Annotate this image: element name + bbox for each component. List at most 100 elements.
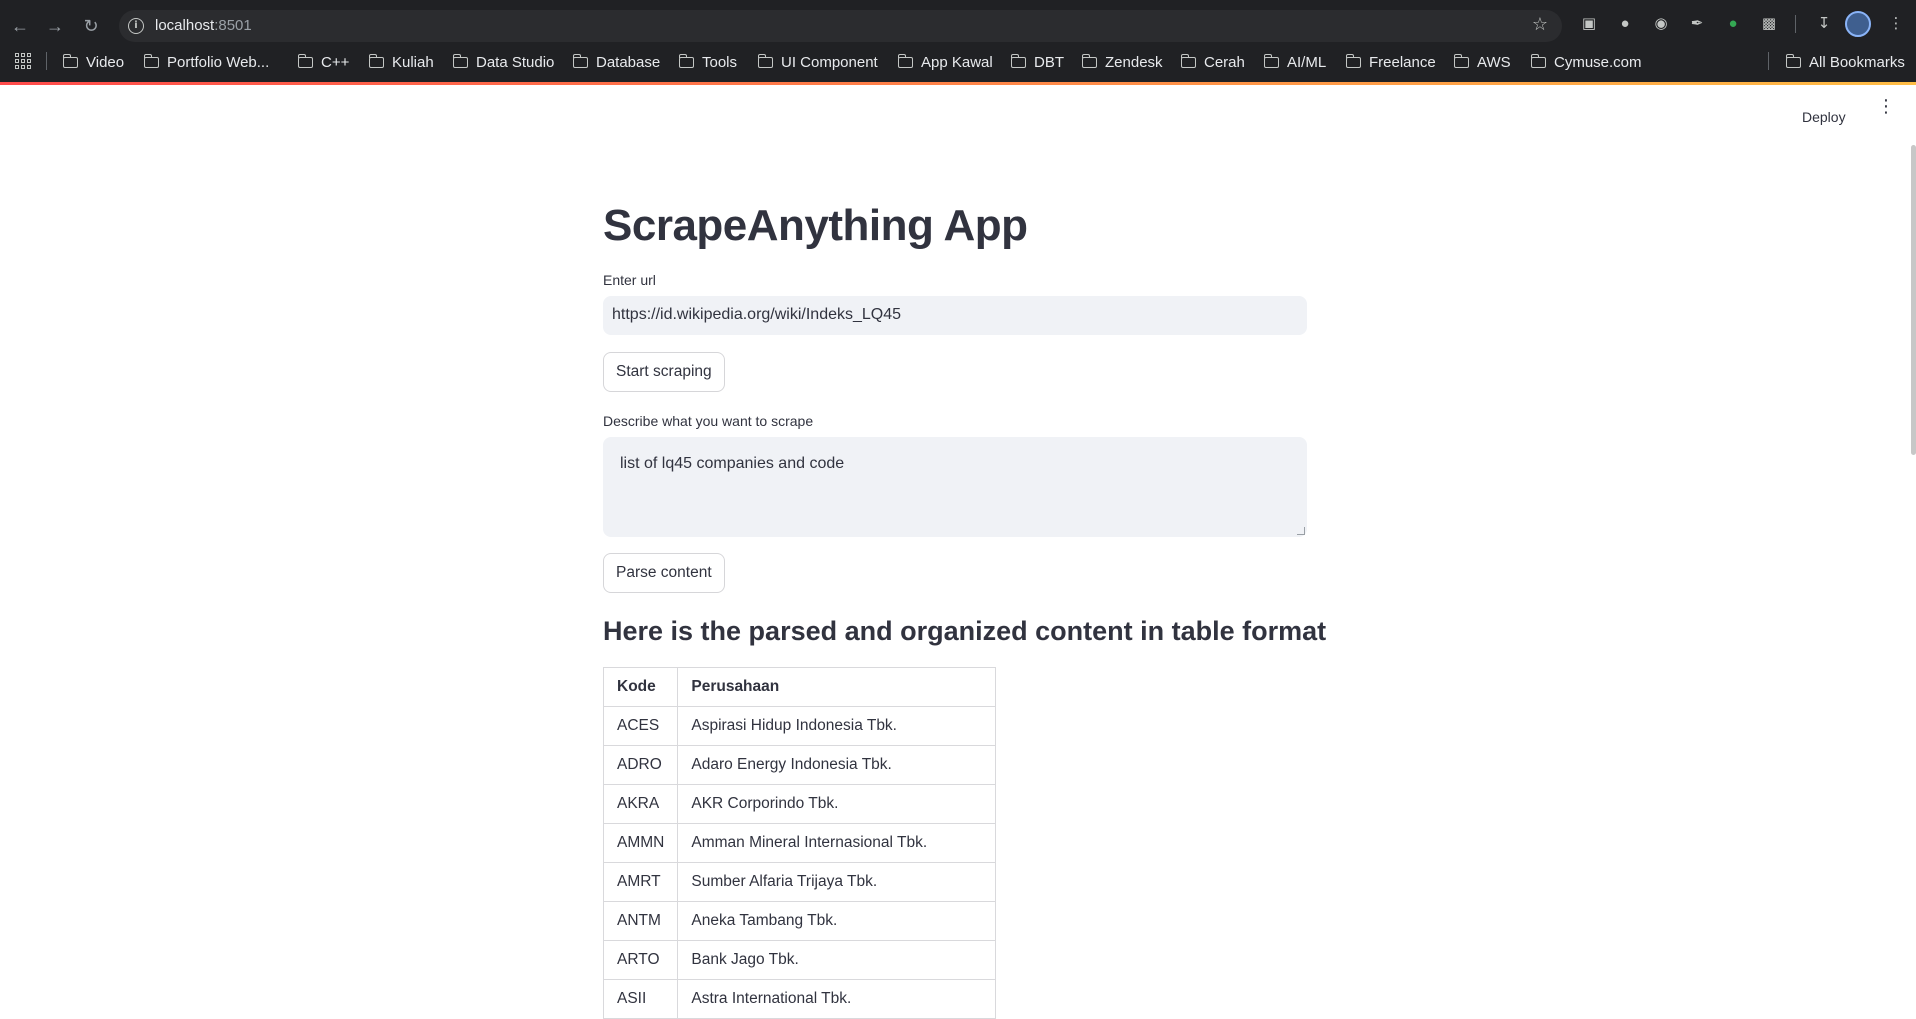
bookmark-aws[interactable]: AWS xyxy=(1453,51,1511,73)
folder-icon xyxy=(572,53,588,68)
forward-icon[interactable]: → xyxy=(43,14,67,38)
parse-content-button[interactable]: Parse content xyxy=(603,553,725,593)
table-row: AMRT Sumber Alfaria Trijaya Tbk. xyxy=(602,862,996,902)
bookmark-label: Portfolio Web... xyxy=(167,53,270,71)
table-row: ACES Aspirasi Hidup Indonesia Tbk. xyxy=(602,706,996,746)
table-row: ARTO Bank Jago Tbk. xyxy=(602,940,996,980)
bookmark-label: Cerah xyxy=(1204,53,1245,71)
extension-pen-icon[interactable]: ✒ xyxy=(1687,14,1707,34)
folder-icon xyxy=(1453,53,1469,68)
folder-icon xyxy=(1263,53,1279,68)
cell-perusahaan: Sumber Alfaria Trijaya Tbk. xyxy=(677,862,996,902)
bookmark-data-studio[interactable]: Data Studio xyxy=(452,51,554,73)
bookmark-kuliah[interactable]: Kuliah xyxy=(368,51,434,73)
bookmark-label: Kuliah xyxy=(392,53,434,71)
describe-label: Describe what you want to scrape xyxy=(603,413,814,429)
folder-icon xyxy=(1081,53,1097,68)
back-icon[interactable]: ← xyxy=(8,14,32,38)
cell-perusahaan: AKR Corporindo Tbk. xyxy=(677,784,996,824)
deploy-button[interactable]: Deploy xyxy=(1802,109,1846,125)
resize-handle[interactable] xyxy=(1297,527,1305,535)
toolbar-divider xyxy=(1795,15,1796,33)
bookmark-zendesk[interactable]: Zendesk xyxy=(1081,51,1163,73)
cell-perusahaan: Adaro Energy Indonesia Tbk. xyxy=(677,745,996,785)
cell-perusahaan: Amman Mineral Internasional Tbk. xyxy=(677,823,996,863)
bookmark-label: Tools xyxy=(702,53,738,71)
cell-perusahaan: Aspirasi Hidup Indonesia Tbk. xyxy=(677,706,996,746)
result-table: Kode Perusahaan ACES Aspirasi Hidup Indon… xyxy=(602,667,996,1019)
bookmark-label: AWS xyxy=(1477,53,1511,71)
bookmark-cymuse[interactable]: Cymuse.com xyxy=(1530,51,1642,73)
cell-perusahaan: Bank Jago Tbk. xyxy=(677,940,996,980)
extension-meet-icon[interactable]: ● xyxy=(1723,14,1743,34)
extension-shield-icon[interactable]: ◉ xyxy=(1651,14,1671,34)
scrollbar[interactable] xyxy=(1911,145,1916,455)
bookmark-label: Freelance xyxy=(1369,53,1436,71)
bookmark-label: App Kawal xyxy=(921,53,993,71)
screenshot-extension-icon[interactable]: ▣ xyxy=(1579,14,1599,34)
folder-icon xyxy=(757,53,773,68)
page-title: ScrapeAnything App xyxy=(603,201,1028,250)
folder-icon xyxy=(1345,53,1361,68)
all-bookmarks-divider xyxy=(1768,52,1769,70)
start-scraping-button[interactable]: Start scraping xyxy=(603,352,725,392)
url-input[interactable]: https://id.wikipedia.org/wiki/Indeks_LQ4… xyxy=(603,296,1307,335)
table-row: AMMN Amman Mineral Internasional Tbk. xyxy=(602,823,996,863)
extension-circle-icon[interactable]: ● xyxy=(1615,14,1635,34)
bookmark-ai-ml[interactable]: AI/ML xyxy=(1263,51,1327,73)
bookmark-ui-component[interactable]: UI Component xyxy=(757,51,878,73)
bookmark-label: AI/ML xyxy=(1287,53,1327,71)
bookmark-dbt[interactable]: DBT xyxy=(1010,51,1064,73)
describe-text: list of lq45 companies and code xyxy=(620,455,845,472)
folder-icon xyxy=(1010,53,1026,68)
profile-avatar[interactable] xyxy=(1845,11,1871,37)
bookmark-cpp[interactable]: C++ xyxy=(297,51,349,73)
bookmark-cerah[interactable]: Cerah xyxy=(1180,51,1245,73)
bookmark-star-icon[interactable]: ☆ xyxy=(1532,14,1548,35)
browser-chrome: ← → ↻ i localhost:8501 ☆ ▣ ● ◉ ✒ ● ▩ ↧ ⋮… xyxy=(0,0,1916,85)
folder-icon xyxy=(452,53,468,68)
cell-kode: ADRO xyxy=(602,745,679,785)
table-header-row: Kode Perusahaan xyxy=(602,667,996,707)
bookmark-video[interactable]: Video xyxy=(62,51,125,73)
cell-kode: ACES xyxy=(602,706,679,746)
url-text[interactable]: localhost:8501 xyxy=(155,17,252,34)
bookmark-label: Zendesk xyxy=(1105,53,1163,71)
site-info-icon[interactable]: i xyxy=(128,18,144,34)
bookmark-tools[interactable]: Tools xyxy=(678,51,738,73)
table-row: AKRA AKR Corporindo Tbk. xyxy=(602,784,996,824)
describe-textarea[interactable]: list of lq45 companies and code xyxy=(603,437,1307,537)
extensions-puzzle-icon[interactable]: ▩ xyxy=(1759,14,1779,34)
folder-icon xyxy=(297,53,313,68)
bookmark-label: DBT xyxy=(1034,53,1064,71)
bookmark-portfolio[interactable]: Portfolio Web... xyxy=(143,51,270,73)
folder-icon xyxy=(897,53,913,68)
bookmark-label: Video xyxy=(86,53,125,71)
table-row: ANTM Aneka Tambang Tbk. xyxy=(602,901,996,941)
cell-perusahaan: Astra International Tbk. xyxy=(677,979,996,1019)
bookmark-freelance[interactable]: Freelance xyxy=(1345,51,1436,73)
reload-icon[interactable]: ↻ xyxy=(79,14,103,38)
url-label: Enter url xyxy=(603,272,656,288)
cell-kode: ANTM xyxy=(602,901,679,941)
download-icon[interactable]: ↧ xyxy=(1814,14,1834,34)
folder-icon xyxy=(368,53,384,68)
bookmark-database[interactable]: Database xyxy=(572,51,661,73)
bookmark-label: UI Component xyxy=(781,53,878,71)
table-row: ADRO Adaro Energy Indonesia Tbk. xyxy=(602,745,996,785)
bookmark-label: Cymuse.com xyxy=(1554,53,1642,71)
folder-icon xyxy=(62,53,78,68)
chrome-menu-icon[interactable]: ⋮ xyxy=(1886,14,1906,34)
address-bar[interactable]: i localhost:8501 ☆ xyxy=(119,10,1562,42)
cell-kode: ARTO xyxy=(602,940,679,980)
table-row: ASII Astra International Tbk. xyxy=(602,979,996,1019)
folder-icon xyxy=(678,53,694,68)
main-menu-icon[interactable]: ⋮ xyxy=(1877,97,1895,121)
all-bookmarks[interactable]: All Bookmarks xyxy=(1785,51,1905,73)
cell-kode: AMRT xyxy=(602,862,679,902)
result-heading: Here is the parsed and organized content… xyxy=(603,616,1327,646)
bookmark-app-kawal[interactable]: App Kawal xyxy=(897,51,993,73)
bookmark-label: Database xyxy=(596,53,661,71)
column-header-kode: Kode xyxy=(602,667,679,707)
cell-kode: AMMN xyxy=(602,823,679,863)
